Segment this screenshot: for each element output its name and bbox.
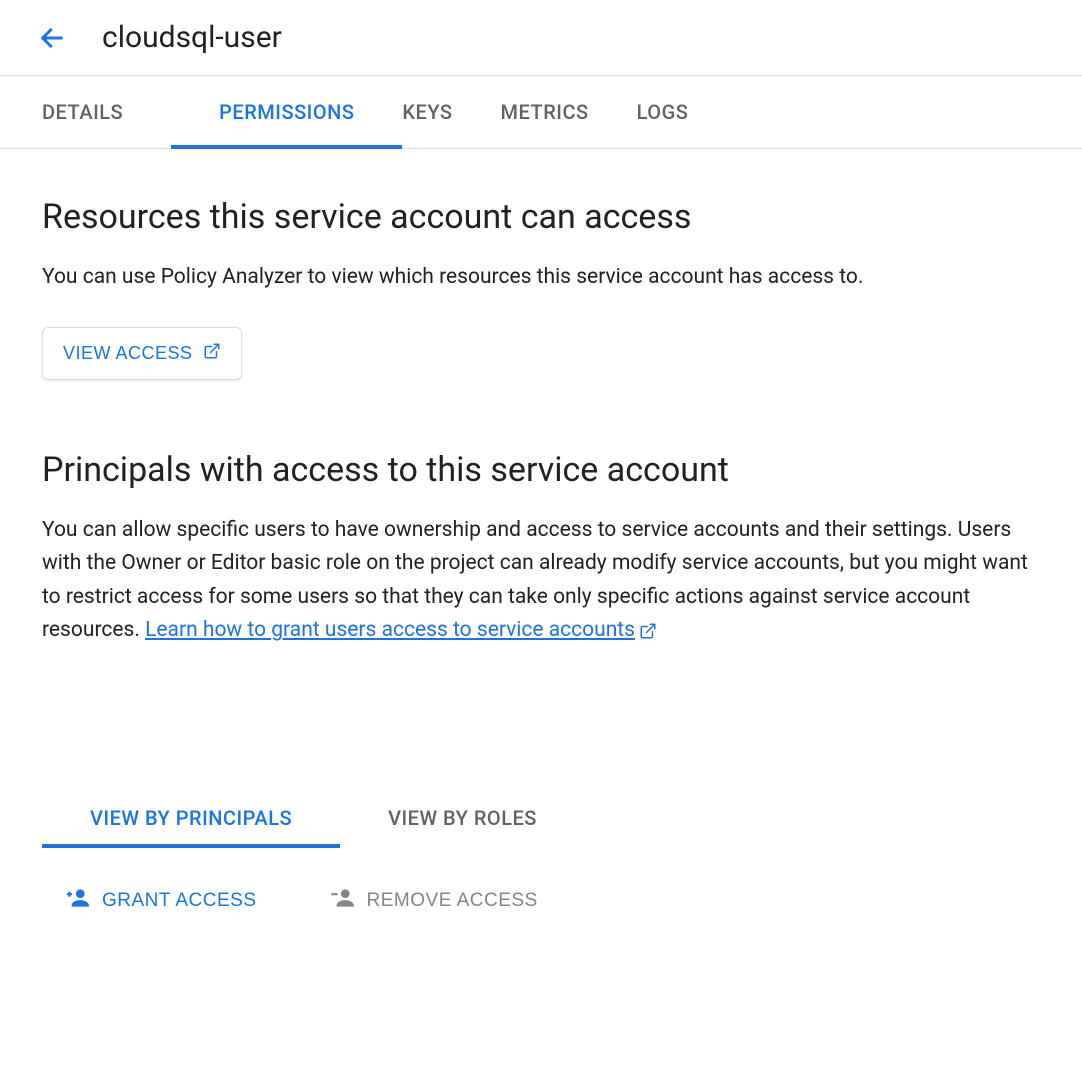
principals-subtabs: VIEW BY PRINCIPALS VIEW BY ROLES [42, 788, 1040, 849]
section2-title: Principals with access to this service a… [42, 450, 1040, 490]
external-link-icon [203, 342, 221, 365]
view-access-label: VIEW ACCESS [63, 343, 193, 364]
page-header: cloudsql-user [0, 0, 1082, 75]
grant-access-button[interactable]: GRANT ACCESS [64, 885, 257, 917]
view-access-button[interactable]: VIEW ACCESS [42, 327, 242, 380]
page-title: cloudsql-user [102, 20, 282, 55]
grant-access-label: GRANT ACCESS [102, 890, 257, 912]
remove-person-icon [329, 885, 355, 917]
learn-more-link[interactable]: Learn how to grant users access to servi… [145, 618, 635, 642]
section2-desc: You can allow specific users to have own… [42, 514, 1040, 648]
tab-keys[interactable]: KEYS [402, 76, 500, 148]
tab-metrics[interactable]: METRICS [501, 76, 637, 148]
section1-title: Resources this service account can acces… [42, 197, 1040, 237]
main-tabs: DETAILS PERMISSIONS KEYS METRICS LOGS [0, 75, 1082, 149]
tab-details[interactable]: DETAILS [42, 76, 171, 148]
back-arrow-icon[interactable] [38, 24, 66, 52]
add-person-icon [64, 885, 90, 917]
external-link-icon [639, 622, 657, 640]
action-row: GRANT ACCESS REMOVE ACCESS [42, 849, 1040, 917]
tab-logs[interactable]: LOGS [637, 76, 737, 148]
remove-access-button: REMOVE ACCESS [329, 885, 538, 917]
section1-desc: You can use Policy Analyzer to view whic… [42, 261, 1040, 295]
section2: Principals with access to this service a… [42, 450, 1040, 648]
content-area: Resources this service account can acces… [0, 149, 1082, 965]
remove-access-label: REMOVE ACCESS [367, 890, 538, 912]
tab-permissions[interactable]: PERMISSIONS [171, 76, 402, 148]
subtab-view-by-roles[interactable]: VIEW BY ROLES [340, 788, 585, 848]
subtab-view-by-principals[interactable]: VIEW BY PRINCIPALS [42, 788, 340, 848]
